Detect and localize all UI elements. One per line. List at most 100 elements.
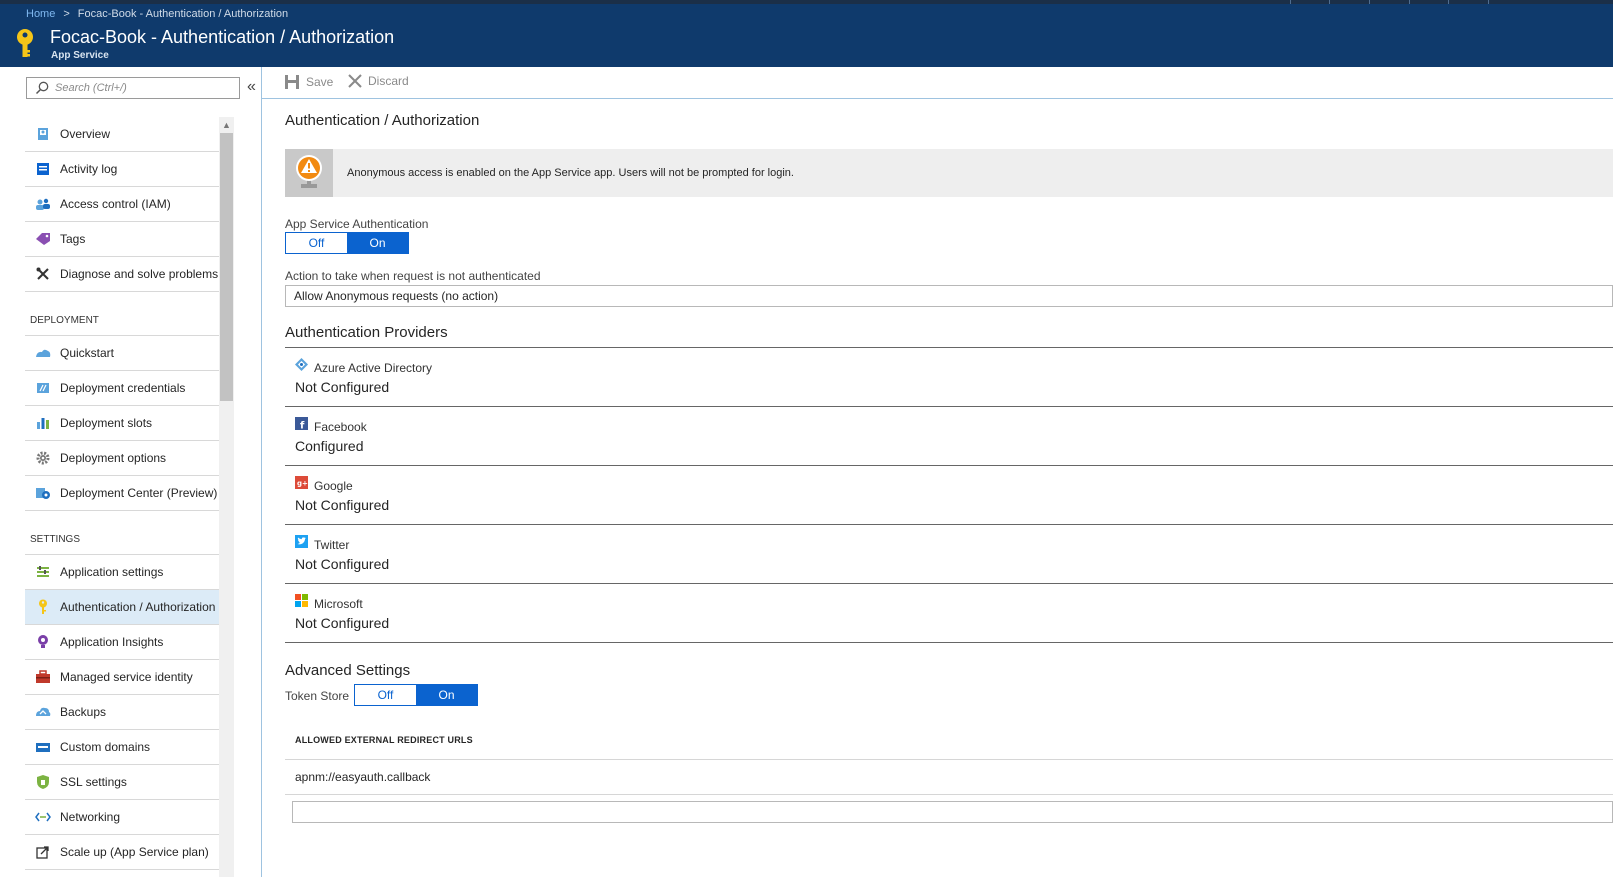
sidebar-item-label: Application Insights	[60, 635, 164, 649]
save-label: Save	[306, 75, 334, 89]
facebook-icon: f	[295, 417, 308, 430]
provider-name: Azure Active Directory	[314, 361, 433, 375]
sidebar-item-backups[interactable]: Backups	[25, 695, 219, 730]
sidebar-item-deployment-center[interactable]: Deployment Center (Preview)	[25, 476, 219, 511]
sidebar-item-tags[interactable]: Tags	[25, 222, 219, 257]
sidebar-item-application-insights[interactable]: Application Insights	[25, 625, 219, 660]
gear-icon	[35, 450, 51, 466]
networking-icon	[35, 809, 51, 825]
sidebar-item-deployment-slots[interactable]: Deployment slots	[25, 406, 219, 441]
sidebar-item-label: Deployment slots	[60, 416, 153, 430]
sidebar-item-overview[interactable]: Overview	[25, 117, 219, 152]
token-store-toggle[interactable]: Off On	[354, 684, 478, 706]
sidebar-item-label: Authentication / Authorization	[60, 600, 216, 614]
discard-button[interactable]: Discard	[348, 74, 409, 88]
providers-list: Azure Active Directory Not Configured f …	[285, 347, 1613, 643]
provider-name: Microsoft	[314, 597, 363, 611]
sidebar-item-label: Tags	[60, 232, 86, 246]
sidebar-item-custom-domains[interactable]: Custom domains	[25, 730, 219, 765]
toolbox-icon	[35, 669, 51, 685]
provider-name: Google	[314, 479, 353, 493]
sidebar-item-label: Scale up (App Service plan)	[60, 845, 209, 859]
activity-log-icon	[35, 161, 51, 177]
azure-ad-icon	[295, 358, 308, 371]
breadcrumb-separator: >	[63, 8, 70, 20]
close-icon	[348, 74, 362, 88]
sidebar: « Overview Activity log Access control (…	[0, 67, 262, 877]
sidebar-item-label: SSL settings	[60, 775, 127, 789]
divider	[285, 794, 1613, 795]
deployment-center-icon	[35, 485, 51, 501]
app-auth-label: App Service Authentication	[285, 217, 429, 231]
app-auth-toggle[interactable]: Off On	[285, 232, 409, 254]
alert-message: Anonymous access is enabled on the App S…	[347, 167, 794, 179]
access-control-icon	[35, 196, 51, 212]
sidebar-item-access-control[interactable]: Access control (IAM)	[25, 187, 219, 222]
collapse-sidebar-button[interactable]: «	[247, 78, 256, 96]
key-icon	[14, 28, 36, 60]
sidebar-item-deployment-credentials[interactable]: Deployment credentials	[25, 371, 219, 406]
token-store-on-option[interactable]: On	[416, 685, 477, 705]
provider-name: Twitter	[314, 538, 350, 552]
search-box[interactable]	[26, 77, 240, 99]
sidebar-item-networking[interactable]: Networking	[25, 800, 219, 835]
provider-status: Not Configured	[295, 497, 390, 513]
command-bar: Save Discard	[262, 67, 1613, 99]
action-label: Action to take when request is not authe…	[285, 269, 541, 283]
scrollbar-thumb[interactable]	[220, 133, 233, 401]
new-redirect-url-input[interactable]	[292, 801, 1613, 823]
provider-microsoft[interactable]: Microsoft Not Configured	[285, 584, 1613, 643]
provider-status: Not Configured	[295, 556, 390, 572]
microsoft-icon	[295, 594, 308, 607]
save-icon	[285, 75, 299, 89]
sidebar-item-managed-identity[interactable]: Managed service identity	[25, 660, 219, 695]
credentials-icon	[35, 380, 51, 396]
sidebar-item-label: Deployment Center (Preview)	[60, 486, 218, 500]
redirect-url-item[interactable]: apnm://easyauth.callback	[295, 770, 430, 784]
provider-status: Not Configured	[295, 379, 390, 395]
provider-twitter[interactable]: Twitter Not Configured	[285, 525, 1613, 584]
redirect-urls-header: ALLOWED EXTERNAL REDIRECT URLS	[295, 735, 473, 745]
sidebar-item-deployment-options[interactable]: Deployment options	[25, 441, 219, 476]
google-icon: g+	[295, 476, 308, 489]
sidebar-section-deployment: DEPLOYMENT	[25, 292, 219, 336]
sidebar-section-settings: SETTINGS	[25, 511, 219, 555]
svg-text:g+: g+	[297, 480, 308, 488]
sidebar-item-label: Diagnose and solve problems	[60, 267, 219, 281]
cloud-backup-icon	[35, 704, 51, 720]
app-auth-on-option[interactable]: On	[347, 233, 408, 253]
search-input[interactable]	[55, 82, 225, 94]
sidebar-item-application-settings[interactable]: Application settings	[25, 555, 219, 590]
action-dropdown[interactable]: Allow Anonymous requests (no action)	[285, 285, 1613, 307]
sidebar-item-label: Deployment credentials	[60, 381, 186, 395]
token-store-label: Token Store	[285, 689, 350, 703]
sidebar-item-label: Deployment options	[60, 451, 167, 465]
sidebar-item-label: Application settings	[60, 565, 164, 579]
provider-google[interactable]: g+ Google Not Configured	[285, 466, 1613, 525]
discard-label: Discard	[368, 74, 409, 88]
scroll-up-arrow-icon[interactable]: ▲	[219, 117, 234, 132]
provider-facebook[interactable]: f Facebook Configured	[285, 407, 1613, 466]
top-strip	[0, 0, 1613, 4]
sidebar-item-label: Overview	[60, 127, 111, 141]
sidebar-item-scale-up[interactable]: Scale up (App Service plan)	[25, 835, 219, 870]
sidebar-item-quickstart[interactable]: Quickstart	[25, 336, 219, 371]
sidebar-item-label: Custom domains	[60, 740, 151, 754]
lightbulb-icon	[35, 634, 51, 650]
breadcrumb-home-link[interactable]: Home	[26, 8, 55, 20]
sidebar-item-ssl-settings[interactable]: SSL settings	[25, 765, 219, 800]
search-icon	[35, 81, 49, 95]
sidebar-scrollbar[interactable]: ▲	[219, 117, 234, 877]
sidebar-item-label: Networking	[60, 810, 121, 824]
warning-icon	[285, 149, 333, 197]
app-auth-off-option[interactable]: Off	[286, 233, 347, 253]
token-store-off-option[interactable]: Off	[355, 685, 416, 705]
sidebar-item-diagnose[interactable]: Diagnose and solve problems	[25, 257, 219, 292]
provider-status: Configured	[295, 438, 364, 454]
provider-azure-ad[interactable]: Azure Active Directory Not Configured	[285, 348, 1613, 407]
app-settings-icon	[35, 564, 51, 580]
save-button[interactable]: Save	[284, 74, 333, 90]
svg-text:f: f	[300, 421, 305, 431]
sidebar-item-activity-log[interactable]: Activity log	[25, 152, 219, 187]
sidebar-item-authentication[interactable]: Authentication / Authorization	[25, 590, 219, 625]
